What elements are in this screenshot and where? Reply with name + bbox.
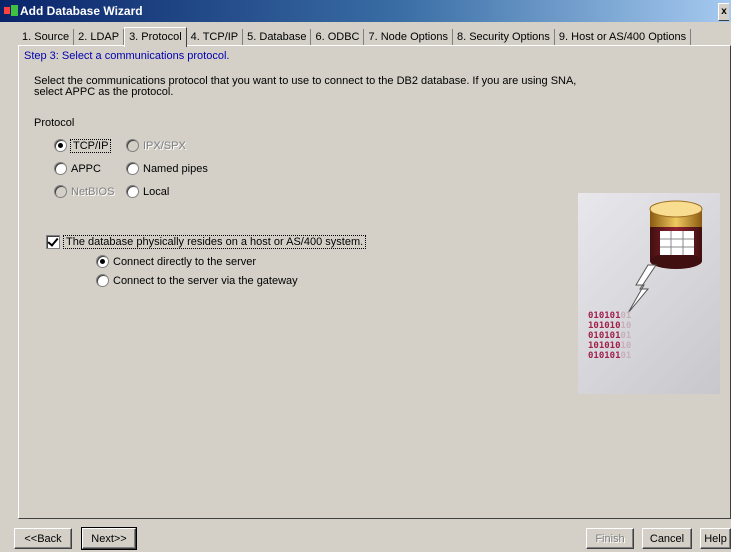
binary-row: 10101010 [588, 341, 632, 351]
radio-button[interactable] [126, 162, 139, 175]
tab-protocol[interactable]: 3. Protocol [124, 27, 187, 47]
tab-source[interactable]: 1. Source [18, 29, 75, 46]
radio-button [126, 139, 139, 152]
title-bar: Add Database Wizard x [0, 0, 731, 22]
host-checkbox[interactable]: The database physically resides on a hos… [46, 235, 367, 249]
back-button[interactable]: <<Back [14, 528, 72, 549]
radio-ipxspx: IPX/SPX [126, 139, 186, 152]
radio-connect-gateway[interactable]: Connect to the server via the gateway [96, 274, 298, 287]
description-text: Select the communications protocol that … [34, 75, 577, 98]
radio-button[interactable] [54, 162, 67, 175]
binary-data-graphic: 01010101 10101010 01010101 10101010 01010101 [588, 311, 631, 361]
help-label: Help [704, 533, 727, 545]
radio-label: APPC [71, 162, 101, 175]
checkbox[interactable] [46, 235, 60, 249]
radio-button [54, 185, 67, 198]
wizard-tabs: 1. Source 2. LDAP 3. Protocol 4. TCP/IP … [18, 27, 692, 47]
binary-row: 01010101 [588, 351, 632, 361]
radio-connect-direct[interactable]: Connect directly to the server [96, 255, 256, 268]
tab-tcpip[interactable]: 4. TCP/IP [187, 29, 244, 46]
next-label: Next>> [91, 533, 127, 545]
tab-security-options[interactable]: 8. Security Options [453, 29, 555, 46]
radio-label: IPX/SPX [143, 139, 186, 152]
finish-label: Finish [595, 533, 625, 545]
protocol-label: Protocol [34, 117, 75, 129]
finish-button: Finish [586, 528, 634, 549]
close-button[interactable]: x [718, 3, 729, 21]
tab-database[interactable]: 5. Database [243, 29, 312, 46]
radio-tcpip[interactable]: TCP/IP [54, 138, 112, 153]
binary-row: 10101010 [588, 321, 632, 331]
radio-button[interactable] [126, 185, 139, 198]
radio-netbios: NetBIOS [54, 185, 114, 198]
tab-node-options[interactable]: 7. Node Options [364, 29, 453, 46]
radio-label: NetBIOS [71, 185, 115, 198]
radio-appc[interactable]: APPC [54, 162, 101, 175]
step-label: Step 3: Select a communications protocol… [24, 50, 230, 62]
tab-odbc[interactable]: 6. ODBC [311, 29, 365, 46]
radio-named-pipes[interactable]: Named pipes [126, 162, 208, 175]
database-illustration: 01010101 10101010 01010101 10101010 01010101 [578, 193, 720, 394]
radio-button[interactable] [96, 274, 109, 287]
tab-ldap[interactable]: 2. LDAP [74, 29, 125, 46]
radio-local[interactable]: Local [126, 185, 169, 198]
radio-label: Named pipes [143, 162, 208, 175]
cancel-button[interactable]: Cancel [642, 528, 692, 549]
radio-button[interactable] [96, 255, 109, 268]
binary-row: 01010101 [588, 331, 632, 341]
cancel-label: Cancel [649, 533, 685, 545]
radio-button[interactable] [54, 139, 67, 152]
db2-app-icon [4, 5, 18, 16]
binary-row: 01010101 [588, 311, 632, 321]
radio-label: Connect directly to the server [113, 255, 257, 268]
back-label: <<Back [24, 533, 62, 545]
database-cylinder-icon [627, 200, 703, 314]
checkbox-label: The database physically resides on a hos… [62, 235, 367, 249]
tab-host-options[interactable]: 9. Host or AS/400 Options [555, 29, 692, 46]
radio-label: Local [143, 185, 170, 198]
help-button[interactable]: Help [700, 528, 731, 549]
radio-label: TCP/IP [69, 138, 112, 153]
window-title: Add Database Wizard [20, 4, 143, 18]
next-button[interactable]: Next>> [81, 527, 137, 550]
radio-label: Connect to the server via the gateway [113, 274, 298, 287]
